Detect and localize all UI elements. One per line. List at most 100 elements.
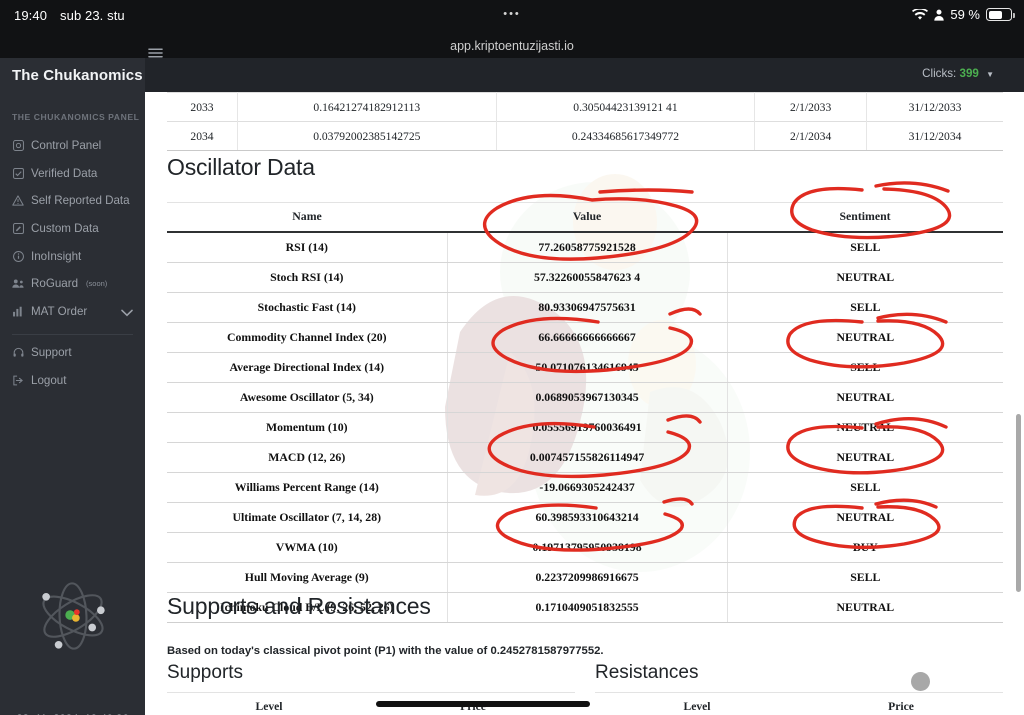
cell-indicator-name: Stoch RSI (14) [167, 263, 447, 293]
cell-indicator-name: Hull Moving Average (9) [167, 563, 447, 593]
table-header-row: Level Price [595, 693, 1003, 715]
table-row: RSI (14)77.26058775921528SELL [167, 232, 1003, 263]
sidebar-nav: Control Panel Verified Data Self Reporte… [0, 132, 145, 394]
cell-date-end: 31/12/2033 [867, 93, 1003, 122]
clicks-counter[interactable]: Clicks: 399 ▼ [922, 67, 994, 80]
table-row: Williams Percent Range (14)-19.066930524… [167, 473, 1003, 503]
dashboard-icon [12, 140, 24, 152]
hamburger-icon[interactable] [148, 46, 163, 63]
cell-indicator-value: 60.398593310643214 [447, 503, 727, 533]
col-header-name: Name [167, 203, 447, 233]
cell-indicator-name: Average Directional Index (14) [167, 353, 447, 383]
table-row: 2034 0.03792002385142725 0.2433468561734… [167, 122, 1003, 151]
battery-percent: 59 % [950, 7, 980, 22]
sidebar-divider [12, 334, 133, 335]
bar-chart-icon [12, 305, 24, 317]
sidebar-item-logout[interactable]: Logout [0, 367, 145, 395]
table-row: Ultimate Oscillator (7, 14, 28)60.398593… [167, 503, 1003, 533]
screen: 19:40 sub 23. stu ••• 59 % app.kriptoent… [0, 0, 1024, 715]
subtitle-resistances: Resistances [595, 662, 699, 684]
cell-indicator-value: 0.2237209986916675 [447, 563, 727, 593]
page-title-supports-resistances: Supports and Resistances [167, 593, 431, 620]
sidebar-item-label: Logout [31, 374, 66, 387]
sidebar-item-custom-data[interactable]: Custom Data [0, 215, 145, 243]
sidebar-item-badge: (soon) [86, 279, 107, 288]
cell-indicator-sentiment: SELL [727, 232, 1003, 263]
table-row: VWMA (10)0.19713795950938198BUY [167, 533, 1003, 563]
cell-indicator-sentiment: NEUTRAL [727, 503, 1003, 533]
resistances-table: Level Price Resistance 1 0.2754624671080… [595, 692, 1003, 715]
sidebar-item-verified-data[interactable]: Verified Data [0, 160, 145, 188]
chevron-down-icon[interactable] [121, 307, 133, 320]
status-time: 19:40 [14, 8, 47, 23]
sidebar-item-self-reported-data[interactable]: Self Reported Data [0, 187, 145, 215]
cell-indicator-value: 0.05556919760036491 [447, 413, 727, 443]
sidebar-item-control-panel[interactable]: Control Panel [0, 132, 145, 160]
cell-year: 2033 [167, 93, 238, 122]
cell-value-b: 0.30504423139121 41 [496, 93, 755, 122]
status-bar-right: 59 % [912, 7, 1012, 22]
sidebar-item-roguard[interactable]: RoGuard (soon) [0, 270, 145, 298]
cell-indicator-value: 50.071076134616945 [447, 353, 727, 383]
cell-indicator-sentiment: BUY [727, 533, 1003, 563]
table-row: Stochastic Fast (14)80.93306947575631SEL… [167, 293, 1003, 323]
cell-value-a: 0.03792002385142725 [238, 122, 497, 151]
app-header: Clicks: 399 ▼ [145, 58, 1024, 92]
cell-indicator-sentiment: NEUTRAL [727, 383, 1003, 413]
cell-indicator-name: Williams Percent Range (14) [167, 473, 447, 503]
cell-indicator-name: Awesome Oscillator (5, 34) [167, 383, 447, 413]
sidebar-brand[interactable]: The Chukanomics [0, 58, 145, 92]
table-row: Awesome Oscillator (5, 34)0.068905396713… [167, 383, 1003, 413]
subtitle-supports: Supports [167, 662, 243, 684]
vertical-scrollbar[interactable] [1016, 414, 1021, 592]
cell-indicator-name: Commodity Channel Index (20) [167, 323, 447, 353]
table-row: 2033 0.16421274182912113 0.3050442313912… [167, 93, 1003, 122]
sidebar-item-support[interactable]: Support [0, 339, 145, 367]
info-circle-icon [12, 250, 24, 262]
col-header-value: Value [447, 203, 727, 233]
cell-indicator-sentiment: NEUTRAL [727, 413, 1003, 443]
battery-icon [986, 8, 1012, 21]
cell-indicator-value: 80.93306947575631 [447, 293, 727, 323]
page-title-oscillator-data: Oscillator Data [167, 154, 315, 181]
cell-value-a: 0.16421274182912113 [238, 93, 497, 122]
status-date: sub 23. stu [60, 8, 125, 23]
sidebar-item-label: Support [31, 346, 72, 359]
clicks-label: Clicks: [922, 67, 956, 80]
cell-indicator-name: MACD (12, 26) [167, 443, 447, 473]
cell-year: 2034 [167, 122, 238, 151]
sidebar-item-label: Self Reported Data [31, 194, 130, 207]
cell-indicator-value: -19.0669305242437 [447, 473, 727, 503]
cell-indicator-value: 57.32260055847623 4 [447, 263, 727, 293]
sidebar-item-label: Verified Data [31, 167, 97, 180]
sidebar-item-mat-order[interactable]: MAT Order [0, 298, 145, 326]
edit-square-icon [12, 223, 24, 235]
cell-indicator-value: 66.66666666666667 [447, 323, 727, 353]
cell-value-b: 0.24334685617349772 [496, 122, 755, 151]
sidebar: The Chukanomics THE CHUKANOMICS PANEL Co… [0, 58, 145, 715]
table-row: Momentum (10)0.05556919760036491NEUTRAL [167, 413, 1003, 443]
sidebar-item-inoinsight[interactable]: InoInsight [0, 242, 145, 270]
table-row: Stoch RSI (14)57.32260055847623 4NEUTRAL [167, 263, 1003, 293]
sidebar-item-label: Control Panel [31, 139, 101, 152]
cell-indicator-value: 0.007457155826114947 [447, 443, 727, 473]
chevron-down-icon[interactable]: ▼ [986, 70, 994, 79]
cell-date-start: 2/1/2033 [755, 93, 867, 122]
sidebar-item-label: Custom Data [31, 222, 99, 235]
sidebar-section-label: THE CHUKANOMICS PANEL [0, 112, 145, 122]
status-bar-left: 19:40 sub 23. stu [14, 8, 125, 23]
table-row: Average Directional Index (14)50.0710761… [167, 353, 1003, 383]
cell-date-end: 31/12/2034 [867, 122, 1003, 151]
warning-triangle-icon [12, 195, 24, 207]
cell-indicator-value: 0.0689053967130345 [447, 383, 727, 413]
cell-indicator-value: 0.1710409051832555 [447, 593, 727, 623]
wifi-icon [912, 9, 928, 21]
sidebar-item-label: MAT Order [31, 305, 87, 318]
cell-indicator-sentiment: SELL [727, 293, 1003, 323]
cell-indicator-sentiment: NEUTRAL [727, 593, 1003, 623]
table-header-row: Name Value Sentiment [167, 203, 1003, 233]
col-header-level: Level [167, 693, 371, 715]
cell-indicator-sentiment: NEUTRAL [727, 263, 1003, 293]
users-icon [12, 278, 24, 290]
atom-logo [0, 568, 145, 664]
